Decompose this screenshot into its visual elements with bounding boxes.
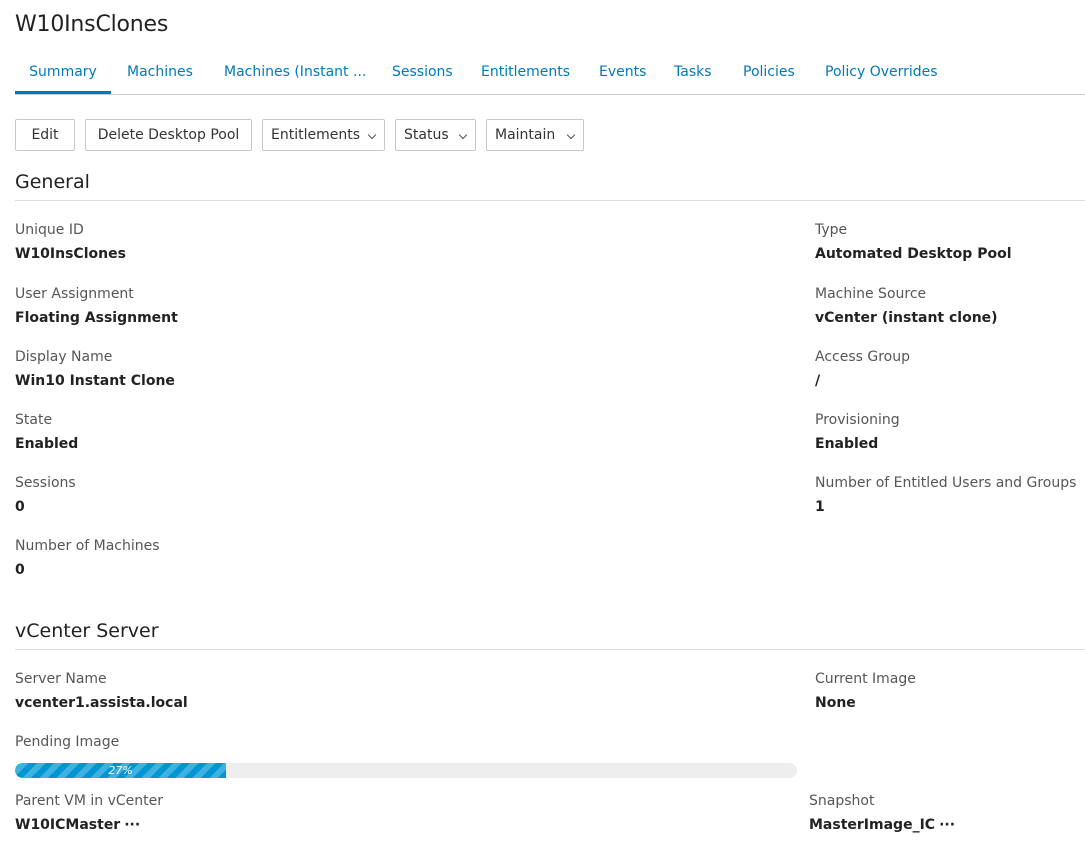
tab-policy-overrides[interactable]: Policy Overrides (825, 54, 938, 93)
vcenter-section-title: vCenter Server (15, 620, 159, 642)
pending-image-label: Pending Image (15, 734, 120, 750)
general-divider (15, 200, 1085, 201)
number-of-machines-label: Number of Machines (15, 538, 160, 554)
chevron-down-icon (566, 130, 576, 140)
snapshot-value-row: MasterImage_IC ··· (809, 817, 955, 833)
more-icon[interactable]: ··· (124, 817, 140, 833)
more-icon[interactable]: ··· (939, 817, 955, 833)
access-group-value: / (815, 373, 821, 389)
tab-policies[interactable]: Policies (743, 54, 795, 93)
unique-id-value: W10InsClones (15, 246, 126, 262)
chevron-down-icon (458, 130, 468, 140)
status-dropdown[interactable]: Status (395, 119, 476, 151)
state-label: State (15, 412, 53, 428)
current-image-label: Current Image (815, 671, 916, 687)
provisioning-value: Enabled (815, 436, 879, 452)
entitled-users-label: Number of Entitled Users and Groups (815, 475, 1077, 491)
delete-desktop-pool-label: Delete Desktop Pool (97, 127, 240, 143)
machine-source-value: vCenter (instant clone) (815, 310, 998, 326)
tab-summary[interactable]: Summary (15, 54, 111, 94)
type-label: Type (815, 222, 848, 238)
user-assignment-value: Floating Assignment (15, 310, 178, 326)
tab-machines-instant[interactable]: Machines (Instant ... (224, 54, 366, 93)
machine-source-label: Machine Source (815, 286, 927, 302)
tab-tasks[interactable]: Tasks (674, 54, 712, 93)
display-name-label: Display Name (15, 349, 113, 365)
current-image-value: None (815, 695, 856, 711)
unique-id-label: Unique ID (15, 222, 84, 238)
server-name-label: Server Name (15, 671, 107, 687)
entitlements-dropdown-label: Entitlements (271, 127, 360, 143)
user-assignment-label: User Assignment (15, 286, 134, 302)
maintain-dropdown-label: Maintain (495, 127, 556, 143)
edit-button-label: Edit (31, 127, 59, 143)
sessions-value: 0 (15, 499, 25, 515)
chevron-down-icon (367, 130, 377, 140)
delete-desktop-pool-button[interactable]: Delete Desktop Pool (85, 119, 252, 151)
tab-sessions[interactable]: Sessions (392, 54, 453, 93)
entitled-users-value: 1 (815, 499, 825, 515)
general-section-title: General (15, 171, 90, 193)
parent-vm-value-row: W10ICMaster ··· (15, 817, 140, 833)
progress-percent: 27% (108, 764, 133, 777)
sessions-label: Sessions (15, 475, 76, 491)
tab-bar: Summary Machines Machines (Instant ... S… (15, 54, 1085, 95)
tab-machines[interactable]: Machines (127, 54, 193, 93)
provisioning-label: Provisioning (815, 412, 900, 428)
vcenter-divider (15, 649, 1085, 650)
access-group-label: Access Group (815, 349, 910, 365)
edit-button[interactable]: Edit (15, 119, 75, 151)
display-name-value: Win10 Instant Clone (15, 373, 175, 389)
maintain-dropdown[interactable]: Maintain (486, 119, 584, 151)
tab-events[interactable]: Events (599, 54, 646, 93)
pending-image-progress-bar: 27% (15, 763, 797, 778)
tab-entitlements[interactable]: Entitlements (481, 54, 570, 93)
page-title: W10InsClones (15, 12, 169, 37)
snapshot-value: MasterImage_IC (809, 817, 936, 833)
parent-vm-value: W10ICMaster (15, 817, 121, 833)
snapshot-label: Snapshot (809, 793, 875, 809)
state-value: Enabled (15, 436, 79, 452)
server-name-value: vcenter1.assista.local (15, 695, 188, 711)
status-dropdown-label: Status (404, 127, 449, 143)
number-of-machines-value: 0 (15, 562, 25, 578)
progress-fill: 27% (15, 763, 227, 778)
type-value: Automated Desktop Pool (815, 246, 1012, 262)
entitlements-dropdown[interactable]: Entitlements (262, 119, 385, 151)
parent-vm-label: Parent VM in vCenter (15, 793, 163, 809)
